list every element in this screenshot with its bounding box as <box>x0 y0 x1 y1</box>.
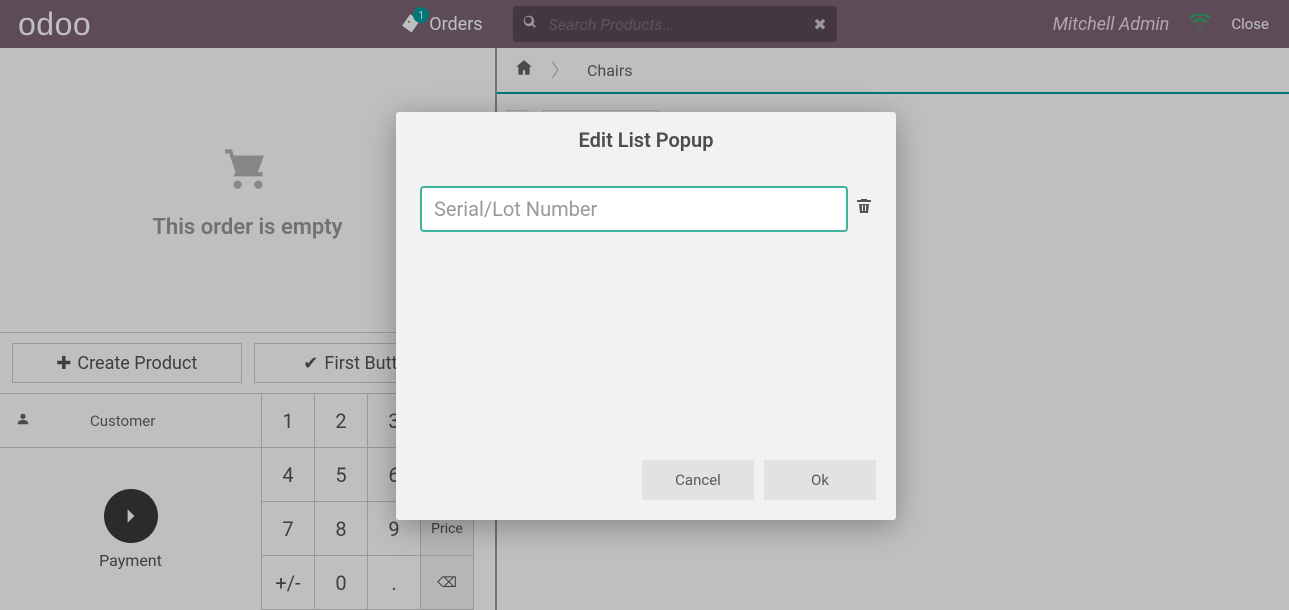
connection-icon <box>1189 14 1211 34</box>
payment-button[interactable]: Payment <box>0 448 261 610</box>
breadcrumb-category[interactable]: Chairs <box>587 61 633 80</box>
numpad-2[interactable]: 2 <box>315 394 368 448</box>
numpad-0[interactable]: 0 <box>315 556 368 610</box>
orders-badge: 1 <box>413 7 429 23</box>
user-icon <box>16 412 30 430</box>
cancel-button[interactable]: Cancel <box>642 460 754 500</box>
plus-icon: ✚ <box>56 353 71 374</box>
payment-label: Payment <box>99 551 162 570</box>
brand-logo: odoo <box>18 6 91 43</box>
customer-button[interactable]: Customer <box>0 394 261 448</box>
chevron-right-icon: 〉 <box>551 57 569 83</box>
check-icon: ✔ <box>303 353 318 374</box>
edit-list-popup: Edit List Popup Cancel Ok <box>396 112 896 520</box>
numpad-plusminus[interactable]: +/- <box>262 556 315 610</box>
customer-label: Customer <box>90 412 155 430</box>
numpad-7[interactable]: 7 <box>262 502 315 556</box>
search-input[interactable] <box>549 15 802 34</box>
numpad-dot[interactable]: . <box>368 556 421 610</box>
trash-icon[interactable] <box>856 198 872 218</box>
home-icon[interactable] <box>515 59 533 82</box>
modal-title: Edit List Popup <box>396 112 896 166</box>
breadcrumb: 〉 Chairs <box>497 48 1289 94</box>
chevron-right-icon <box>104 489 158 543</box>
cart-icon <box>220 141 276 207</box>
search-box[interactable]: ✖ <box>513 6 837 42</box>
ticket-icon: 1 <box>401 13 423 35</box>
clear-search-icon[interactable]: ✖ <box>813 15 826 34</box>
ok-button[interactable]: Ok <box>764 460 876 500</box>
numpad-4[interactable]: 4 <box>262 448 315 502</box>
create-product-button[interactable]: ✚ Create Product <box>12 343 242 383</box>
numpad-5[interactable]: 5 <box>315 448 368 502</box>
orders-button[interactable]: 1 Orders <box>401 13 482 35</box>
user-name[interactable]: Mitchell Admin <box>1053 14 1170 35</box>
numpad-backspace[interactable]: ⌫ <box>421 556 474 610</box>
topbar: odoo 1 Orders ✖ Mitchell Admin Close <box>0 0 1289 48</box>
serial-lot-input[interactable] <box>420 186 848 232</box>
numpad-1[interactable]: 1 <box>262 394 315 448</box>
numpad-8[interactable]: 8 <box>315 502 368 556</box>
empty-text: This order is empty <box>152 215 342 240</box>
close-button[interactable]: Close <box>1231 15 1269 33</box>
orders-label: Orders <box>429 14 482 35</box>
search-icon <box>523 15 537 33</box>
